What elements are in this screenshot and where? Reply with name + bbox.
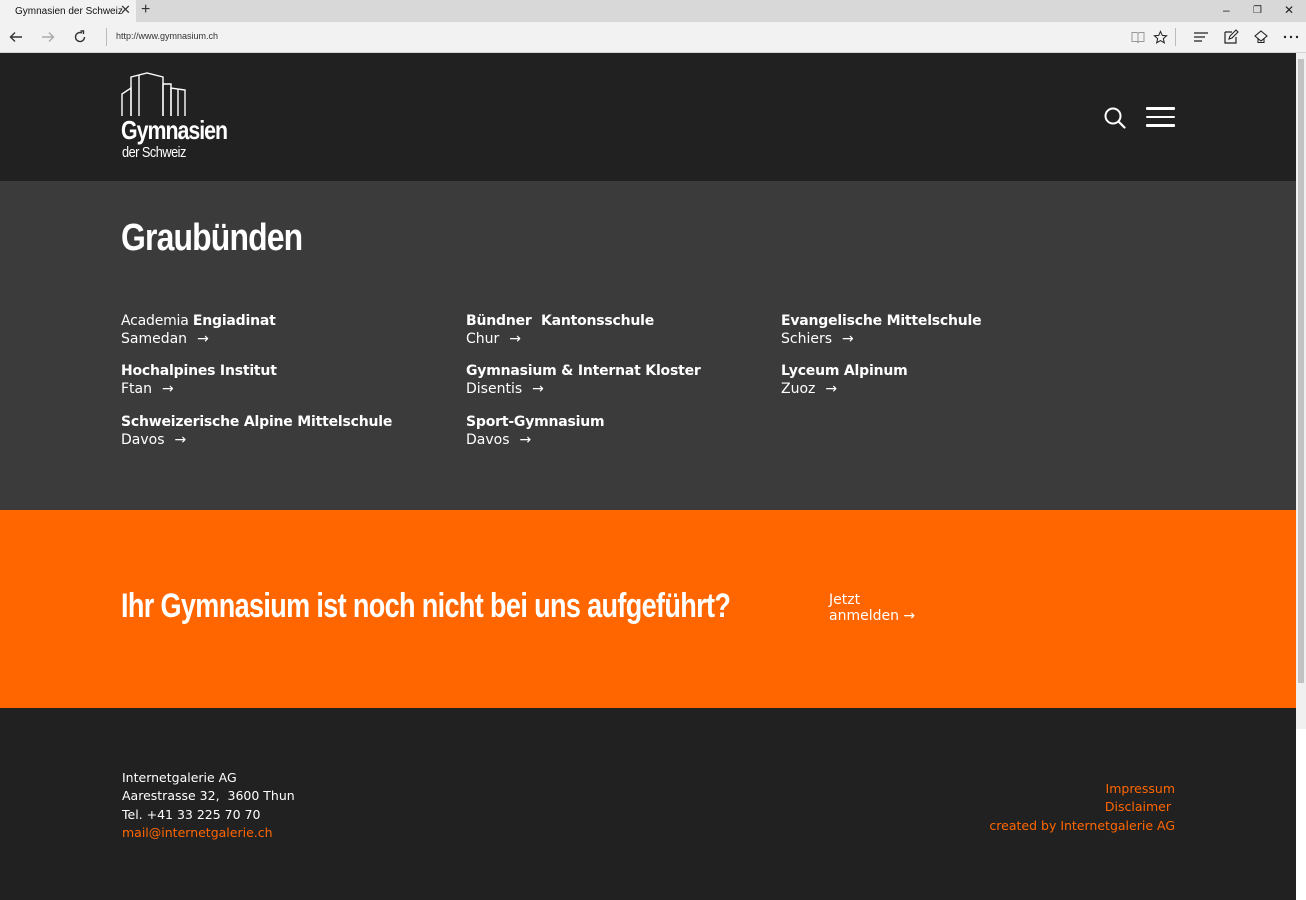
arrow-right-icon: → <box>842 331 854 347</box>
reading-view-icon[interactable] <box>1129 28 1147 46</box>
school-link-gymnasium-internat-kloster[interactable]: Gymnasium & Internat Kloster Disentis → <box>466 362 701 398</box>
logo-subtitle: der Schweiz <box>122 144 186 161</box>
school-location: Davos → <box>121 431 392 449</box>
logo-title: Gymnasien <box>121 115 228 145</box>
site-header: Gymnasien der Schweiz <box>0 53 1296 181</box>
register-link-line2: anmelden → <box>829 608 916 624</box>
register-link-line1: Jetzt <box>829 592 861 608</box>
region-section: Graubünden Academia Engiadinat Samedan → … <box>0 181 1296 510</box>
school-name: Hochalpines Institut <box>121 363 277 379</box>
signup-banner: Ihr Gymnasium ist noch nicht bei uns auf… <box>0 510 1296 708</box>
vertical-scrollbar[interactable] <box>1296 53 1306 729</box>
school-name: Gymnasium & Internat Kloster <box>466 363 701 379</box>
hamburger-menu-icon <box>1146 107 1175 110</box>
footer-address: Internetgalerie AG Aarestrasse 32, 3600 … <box>122 769 295 842</box>
restore-button[interactable]: ❐ <box>1253 4 1262 18</box>
school-name: Bündner Kantonsschule <box>466 313 655 329</box>
street-address: Aarestrasse 32, 3600 Thun <box>122 788 295 804</box>
search-icon <box>1104 107 1126 129</box>
created-by-link[interactable]: created by Internetgalerie AG <box>989 817 1175 835</box>
site-logo[interactable]: Gymnasien der Schweiz <box>121 72 233 162</box>
scrollbar-thumb[interactable] <box>1298 59 1304 683</box>
address-separator <box>106 28 107 46</box>
back-button[interactable] <box>6 27 26 47</box>
disclaimer-link[interactable]: Disclaimer <box>989 798 1175 816</box>
refresh-icon <box>74 30 86 43</box>
browser-tab-bar: Gymnasien der Schweiz ✕ + – ❐ ✕ <box>0 0 1306 22</box>
impressum-link[interactable]: Impressum <box>989 780 1175 798</box>
school-link-sport-gymnasium[interactable]: Sport-Gymnasium Davos → <box>466 413 605 449</box>
school-name-prefix: Academia <box>121 313 193 329</box>
footer-legal-links: Impressum Disclaimer created by Internet… <box>989 780 1175 835</box>
school-location-text: Davos <box>121 432 165 448</box>
school-location: Chur → <box>466 330 654 348</box>
forward-arrow-icon <box>42 32 55 42</box>
back-arrow-icon <box>9 32 22 42</box>
school-location-text: Chur <box>466 331 500 347</box>
school-location-text: Davos <box>466 432 510 448</box>
new-tab-button[interactable]: + <box>141 1 150 19</box>
school-location-text: Disentis <box>466 381 523 397</box>
more-options-icon[interactable] <box>1282 28 1300 46</box>
favorite-star-icon[interactable] <box>1151 28 1169 46</box>
close-window-button[interactable]: ✕ <box>1284 3 1294 17</box>
school-location: Schiers → <box>781 330 981 348</box>
minimize-button[interactable]: – <box>1223 3 1230 17</box>
share-icon[interactable] <box>1252 28 1270 46</box>
school-location-text: Schiers <box>781 331 833 347</box>
page-viewport: Gymnasien der Schweiz Graubünden Academi… <box>0 53 1296 900</box>
school-link-schweizerische-alpine-mittelschule[interactable]: Schweizerische Alpine Mittelschule Davos… <box>121 413 392 449</box>
web-note-icon[interactable] <box>1222 28 1240 46</box>
school-location: Ftan → <box>121 380 277 398</box>
url-field[interactable]: http://www.gymnasium.ch <box>116 31 218 41</box>
school-name: Lyceum Alpinum <box>781 363 908 379</box>
school-link-lyceum-alpinum[interactable]: Lyceum Alpinum Zuoz → <box>781 362 908 398</box>
search-button[interactable] <box>1103 106 1127 130</box>
school-name: Schweizerische Alpine Mittelschule <box>121 414 393 430</box>
signup-banner-text: Ihr Gymnasium ist noch nicht bei uns auf… <box>121 587 731 625</box>
arrow-right-icon: → <box>519 432 532 448</box>
buildings-logo-icon <box>121 72 186 116</box>
hamburger-menu-button[interactable] <box>1146 107 1176 127</box>
hub-icon[interactable] <box>1192 28 1210 46</box>
register-now-link[interactable]: Jetzt anmelden → <box>829 592 915 624</box>
arrow-right-icon: → <box>197 331 209 347</box>
school-name-main: Engiadinat <box>192 313 276 329</box>
school-link-hochalpines-institut[interactable]: Hochalpines Institut Ftan → <box>121 362 277 398</box>
school-link-academia-engiadinat[interactable]: Academia Engiadinat Samedan → <box>121 312 276 348</box>
school-name: Sport-Gymnasium <box>466 414 605 430</box>
refresh-button[interactable] <box>70 27 90 47</box>
school-location: Samedan → <box>121 330 276 348</box>
toolbar-separator <box>1175 28 1176 46</box>
hamburger-menu-icon <box>1146 115 1175 118</box>
phone-number: Tel. +41 33 225 70 70 <box>122 806 261 822</box>
school-name: Evangelische Mittelschule <box>781 313 982 329</box>
address-bar: http://www.gymnasium.ch <box>0 22 1306 53</box>
email-link[interactable]: mail@internetgalerie.ch <box>122 824 295 842</box>
arrow-right-icon: → <box>532 381 544 397</box>
tab-close-icon[interactable]: ✕ <box>120 3 131 17</box>
company-name: Internetgalerie AG <box>122 770 237 785</box>
school-location: Davos → <box>466 431 604 449</box>
arrow-right-icon: → <box>174 432 187 448</box>
arrow-right-icon: → <box>825 381 838 397</box>
school-location-text: Zuoz <box>781 381 816 397</box>
tab-title: Gymnasien der Schweiz <box>15 5 123 17</box>
school-location-text: Ftan <box>121 381 152 397</box>
arrow-right-icon: → <box>509 331 522 347</box>
school-location: Disentis → <box>466 380 701 398</box>
school-location-text: Samedan <box>121 331 188 347</box>
region-title: Graubünden <box>121 217 303 259</box>
school-link-evangelische-mittelschule[interactable]: Evangelische Mittelschule Schiers → <box>781 312 982 348</box>
hamburger-menu-icon <box>1146 124 1175 127</box>
forward-button[interactable] <box>38 27 58 47</box>
school-link-buendner-kantonsschule[interactable]: Bündner Kantonsschule Chur → <box>466 312 654 348</box>
school-location: Zuoz → <box>781 380 908 398</box>
arrow-right-icon: → <box>162 381 174 397</box>
school-name: Academia Engiadinat <box>121 312 276 330</box>
site-footer: Internetgalerie AG Aarestrasse 32, 3600 … <box>0 708 1296 900</box>
browser-tab[interactable]: Gymnasien der Schweiz ✕ <box>0 0 136 22</box>
